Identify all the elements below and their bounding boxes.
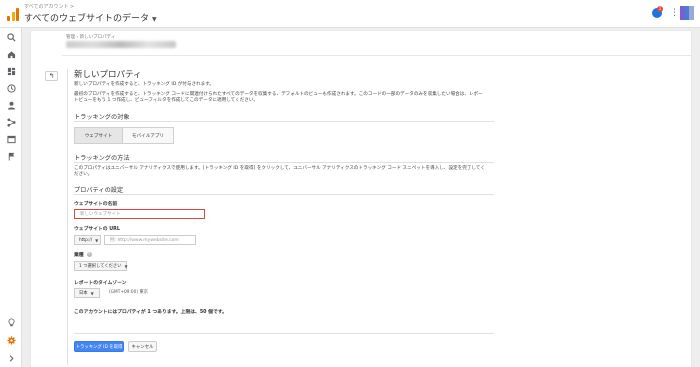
property-settings-heading: プロパティの設定 [74,187,124,194]
divider [74,121,494,122]
main-panel: 管理 › 新しいプロパティ ↰ 新しいプロパティ 新しいプロパティを作成すると、… [31,31,691,367]
divider [67,69,68,365]
chevron-right-icon[interactable] [6,353,16,363]
person-icon[interactable] [6,100,16,110]
timezone-label: レポートのタイムゾーン [74,281,127,286]
analytics-logo-icon[interactable] [6,7,20,21]
website-url-label: ウェブサイトの URL [74,227,120,232]
cancel-button[interactable]: キャンセル [128,341,157,352]
top-bar: すべてのアカウント > すべてのウェブサイトのデータ ▼ 1 ⋮ [0,0,700,28]
method-text: このプロパティはユニバーサル アナリティクスで使用します。[トラッキング ID … [74,166,485,171]
account-breadcrumb[interactable]: すべてのアカウント > [24,3,74,10]
country-select[interactable]: 日本 ▼ [74,288,100,298]
dropdown-caret-icon: ▼ [90,290,94,296]
lightbulb-icon[interactable] [6,317,16,327]
avatar[interactable] [680,6,694,20]
behavior-icon[interactable] [6,134,16,144]
timezone-select[interactable]: (GMT+09:00) 東京 [109,289,148,295]
acquisition-icon[interactable] [6,117,16,127]
gear-icon[interactable] [6,335,16,345]
dropdown-caret-icon: ▼ [152,16,157,23]
industry-label: 業種? [74,251,92,258]
account-selector[interactable]: すべてのウェブサイトのデータ ▼ [24,11,157,24]
account-title: すべてのウェブサイトのデータ [24,14,150,24]
industry-label-text: 業種 [74,253,84,258]
method-text: ださい。 [74,172,93,177]
search-icon[interactable] [6,32,16,42]
protocol-value: http:// [79,237,93,243]
website-url-placeholder: 例: http://www.mywebsite.com [110,238,179,243]
get-tracking-id-button[interactable]: トラッキング ID を取得 [74,341,124,352]
tracking-method-heading: トラッキングの方法 [74,155,130,162]
website-name-input[interactable]: 新しいウェブサイト [74,209,205,219]
sidebar [0,28,22,367]
help-icon[interactable]: ? [86,252,92,257]
tab-mobile-app[interactable]: モバイルアプリ [123,127,174,144]
clock-icon[interactable] [6,83,16,93]
website-name-placeholder: 新しいウェブサイト [80,212,121,217]
industry-value: 1 つ選択してください [79,264,122,269]
divider [74,194,494,195]
divider [74,162,494,163]
protocol-select[interactable]: http://▼ [74,235,101,245]
home-icon[interactable] [6,49,16,59]
website-url-input[interactable]: 例: http://www.mywebsite.com [104,235,196,245]
more-options-icon[interactable]: ⋮ [670,8,679,18]
tab-website[interactable]: ウェブサイト [74,127,123,144]
page-title: 新しいプロパティ [74,70,142,80]
divider [62,55,691,56]
country-value: 日本 [79,291,88,296]
back-arrow-icon: ↰ [48,72,55,80]
flag-icon[interactable] [6,151,16,161]
divider [74,333,494,334]
dropdown-caret-icon: ▼ [95,237,99,243]
tracking-target-heading: トラッキングの対象 [74,114,130,121]
back-button[interactable]: ↰ [45,71,58,81]
website-name-label: ウェブサイトの名前 [74,202,118,207]
blurred-account-name [66,41,176,48]
property-count-text: このアカウントにはプロパティが 1 つあります。上限は、50 個です。 [74,310,227,315]
intro-text: トビューをもう 1 つ作成し、ビューフィルタを作成してこのデータに適用してくださ… [74,98,259,103]
intro-text: 新しいプロパティを作成すると、トラッキング ID が付与されます。 [74,82,214,87]
dropdown-caret-icon: ▼ [124,263,128,269]
notification-badge: 1 [657,6,663,12]
dashboard-icon[interactable] [6,66,16,76]
page-breadcrumb[interactable]: 管理 › 新しいプロパティ [66,34,115,40]
tracking-target-tabs: ウェブサイト モバイルアプリ [74,127,174,144]
industry-select[interactable]: 1 つ選択してください ▼ [74,261,128,271]
